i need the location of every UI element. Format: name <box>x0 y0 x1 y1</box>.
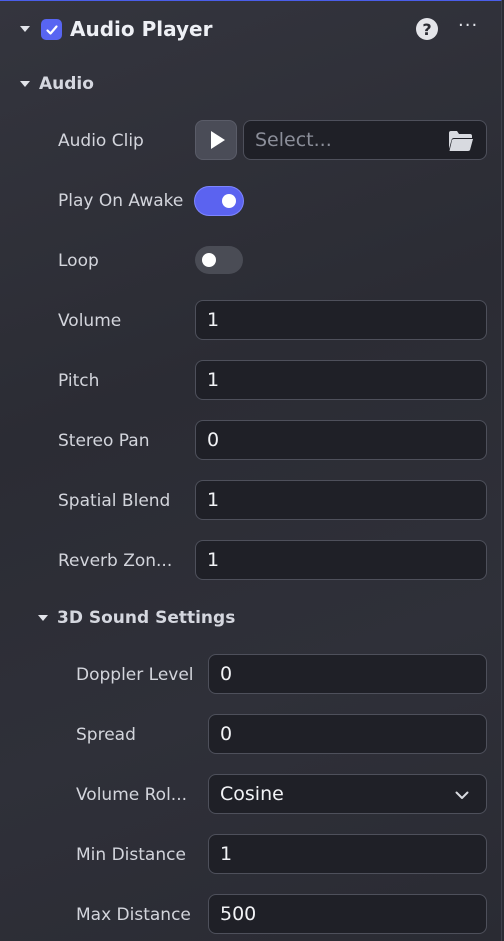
more-icon[interactable]: ··· <box>458 15 478 36</box>
component-title: Audio Player <box>70 17 213 41</box>
max-distance-label: Max Distance <box>76 905 191 925</box>
audio-clip-field[interactable]: Select... <box>243 120 487 160</box>
chevron-down-icon <box>455 791 469 799</box>
play-icon <box>210 131 225 149</box>
enabled-checkbox[interactable] <box>41 19 62 40</box>
volume-rolloff-select[interactable]: Cosine <box>208 774 487 814</box>
spatial-blend-label: Spatial Blend <box>58 491 171 511</box>
stereo-pan-label: Stereo Pan <box>58 431 150 451</box>
help-icon[interactable]: ? <box>416 18 438 40</box>
spread-label: Spread <box>76 725 136 745</box>
min-distance-input[interactable]: 1 <box>208 834 487 874</box>
audio-player-panel: Audio Player ? ··· Audio Audio Clip Sele… <box>0 0 502 941</box>
component-header: Audio Player ? ··· <box>0 1 501 59</box>
sound3d-section-caret-icon[interactable] <box>38 615 48 621</box>
play-preview-button[interactable] <box>195 120 237 160</box>
toggle-knob <box>222 194 236 208</box>
folder-icon[interactable] <box>448 130 474 152</box>
audio-clip-placeholder: Select... <box>255 129 332 151</box>
pitch-input[interactable]: 1 <box>195 360 487 400</box>
play-on-awake-toggle[interactable] <box>195 187 243 215</box>
play-on-awake-label: Play On Awake <box>58 191 184 211</box>
loop-toggle[interactable] <box>195 246 243 274</box>
max-distance-input[interactable]: 500 <box>208 894 487 934</box>
loop-label: Loop <box>58 251 99 271</box>
toggle-knob <box>202 253 216 267</box>
doppler-level-input[interactable]: 0 <box>208 654 487 694</box>
audio-section-caret-icon[interactable] <box>20 81 30 87</box>
doppler-level-label: Doppler Level <box>76 665 194 685</box>
volume-label: Volume <box>58 311 122 331</box>
audio-section-title[interactable]: Audio <box>39 74 94 94</box>
volume-rolloff-value: Cosine <box>220 783 284 805</box>
collapse-caret-icon[interactable] <box>20 26 30 32</box>
stereo-pan-input[interactable]: 0 <box>195 420 487 460</box>
reverb-zone-label: Reverb Zon... <box>58 551 173 571</box>
checkmark-icon <box>45 24 58 35</box>
volume-input[interactable]: 1 <box>195 300 487 340</box>
reverb-zone-input[interactable]: 1 <box>195 540 487 580</box>
sound3d-section-title[interactable]: 3D Sound Settings <box>57 608 235 628</box>
volume-rolloff-label: Volume Rol... <box>76 785 188 805</box>
spread-input[interactable]: 0 <box>208 714 487 754</box>
pitch-label: Pitch <box>58 371 100 391</box>
min-distance-label: Min Distance <box>76 845 186 865</box>
audio-clip-label: Audio Clip <box>58 131 144 151</box>
spatial-blend-input[interactable]: 1 <box>195 480 487 520</box>
